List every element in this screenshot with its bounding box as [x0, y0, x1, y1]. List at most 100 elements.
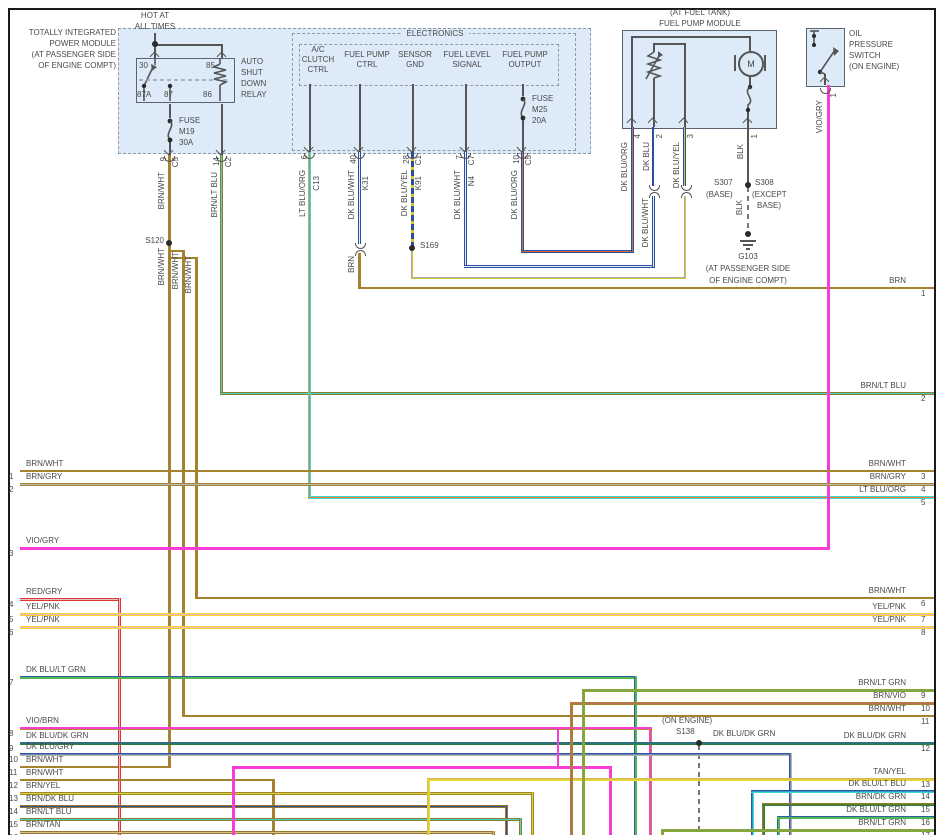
right-row-label: DK BLU/DK GRN [843, 731, 906, 740]
inline-connector [649, 185, 660, 191]
frame-right [934, 8, 936, 835]
right-row-label: BRN/LT GRN [858, 818, 906, 827]
pin-connector: C7 [467, 155, 476, 166]
ground-label: G103 [738, 252, 758, 261]
right-row-label: BRN/GRY [869, 472, 906, 481]
wire-s169-link [411, 277, 686, 279]
left-row-label: VIO/GRY [26, 536, 60, 545]
wire-brn-lt-blu-row15 [519, 818, 522, 835]
pin-number: 1 [750, 134, 759, 139]
motor-label: M [747, 59, 755, 69]
left-row-num: 8 [9, 729, 14, 738]
right-row-num: 14 [921, 792, 930, 801]
wire-vio-stub [557, 729, 559, 766]
wire-label: BRN/WHT [157, 248, 166, 286]
left-row-num: 13 [9, 794, 18, 803]
splice-s138-label: S138 [676, 727, 695, 736]
right-row-num: 9 [921, 691, 926, 700]
right-row-num: 3 [921, 472, 926, 481]
module-motor-feed [749, 36, 751, 51]
pin-number: 1 [829, 93, 838, 98]
right-row-num: 11 [921, 717, 930, 726]
fuse-m19-label: FUSE [179, 116, 201, 125]
wire-dk-blu-org [521, 250, 634, 253]
left-row-label: BRN/WHT [26, 755, 64, 764]
left-row-label: YEL/PNK [26, 602, 60, 611]
wire-dk-blu-yel [411, 152, 414, 248]
signal-label: CTRL [356, 60, 378, 69]
left-row-num: 3 [9, 549, 14, 558]
left-row-num: 11 [9, 768, 18, 777]
wire-brn-row1r [358, 287, 934, 289]
ground-bar [740, 240, 756, 242]
right-row-num: 8 [921, 628, 926, 637]
wire-brn-lt-blu [220, 155, 223, 394]
wire-label: BLK [736, 144, 745, 160]
wire-red-gry [20, 598, 121, 601]
splice-s308-label: S308 [755, 178, 774, 187]
wire-brn-wht [168, 155, 171, 243]
pin-number: 7 [455, 155, 464, 160]
right-row-label: BRN/WHT [868, 586, 906, 595]
wire-label: LT BLU/ORG [298, 170, 307, 217]
hot-label: ALL TIMES [134, 22, 176, 31]
wire-module-pin4 [631, 127, 634, 252]
wire-s169-link [411, 248, 413, 279]
wire-label: BRN [347, 256, 356, 273]
signal-label: CTRL [307, 65, 329, 74]
ops-title: OIL [849, 29, 862, 38]
wire-s138-blk-dashed [698, 745, 700, 835]
pin-connector: C5 [524, 155, 533, 166]
right-row-num: 12 [921, 744, 930, 753]
right-row-label: LT BLU/ORG [859, 485, 906, 494]
left-row-num: 7 [9, 678, 14, 687]
wire-dk-blu-dk-grn-row9 [20, 742, 934, 745]
wire-dk-blu-wht [464, 265, 655, 268]
ground-bar [746, 248, 750, 250]
wire-label: VIO/GRY [815, 100, 824, 134]
signal-label: CLUTCH [301, 55, 335, 64]
circuit-label: N4 [467, 176, 476, 187]
fuel-level-sender-symbol [645, 51, 663, 80]
module-pin3-internal [684, 43, 686, 127]
wire-label: DK BLU/ORG [510, 170, 519, 220]
signal-label: SENSOR [398, 50, 432, 59]
right-row-num: 4 [921, 485, 926, 494]
tipm-title: (AT PASSENGER SIDE [31, 50, 116, 59]
wire-brn-wht-row11r [182, 715, 934, 717]
relay-pin-label: 86 [203, 90, 212, 99]
wire-yel-pnk-row6 [20, 626, 934, 629]
wire-vio-bridge [232, 766, 235, 835]
wire-label: BLK [735, 200, 744, 216]
splice-s308-sub: (EXCEPT [752, 190, 787, 199]
inline-connector [355, 243, 366, 249]
pin-number: 6 [300, 155, 309, 160]
pin-connector: C1 [414, 155, 423, 166]
wire-brn-wht [168, 243, 171, 768]
wire-label: DK BLU [642, 142, 651, 171]
wire-dk-blu-gry-row10 [20, 753, 792, 756]
fpm-title: FUEL PUMP MODULE [659, 19, 741, 28]
ground-dot [745, 231, 751, 237]
fuse-m25-symbol [520, 96, 526, 121]
electronics-title: ELECTRONICS [401, 29, 469, 39]
motor-symbol: M [738, 51, 764, 77]
wire-vio-bridge [609, 766, 612, 835]
relay-name: DOWN [241, 79, 267, 88]
wire-label: BRN/WHT [184, 256, 193, 294]
splice-s169-label: S169 [420, 241, 439, 250]
wire-blk [747, 127, 749, 187]
wire-blk-dashed [747, 187, 749, 233]
wire-brn-dk-blu-row14 [20, 805, 508, 808]
left-row-label: VIO/BRN [26, 716, 59, 725]
wire-dk-blu-wht [464, 152, 467, 267]
splice-s307-label: S307 [714, 178, 733, 187]
right-row-num: 6 [921, 599, 926, 608]
wire-brn-vio-row10r [570, 702, 573, 835]
pin-connector: C2 [224, 157, 233, 168]
splice-s307-dot [745, 182, 751, 188]
wire-elec-stub [412, 84, 414, 152]
left-row-label: BRN/WHT [26, 459, 64, 468]
signal-label: FUEL PUMP [502, 50, 548, 59]
module-pin4-internal [631, 36, 633, 127]
